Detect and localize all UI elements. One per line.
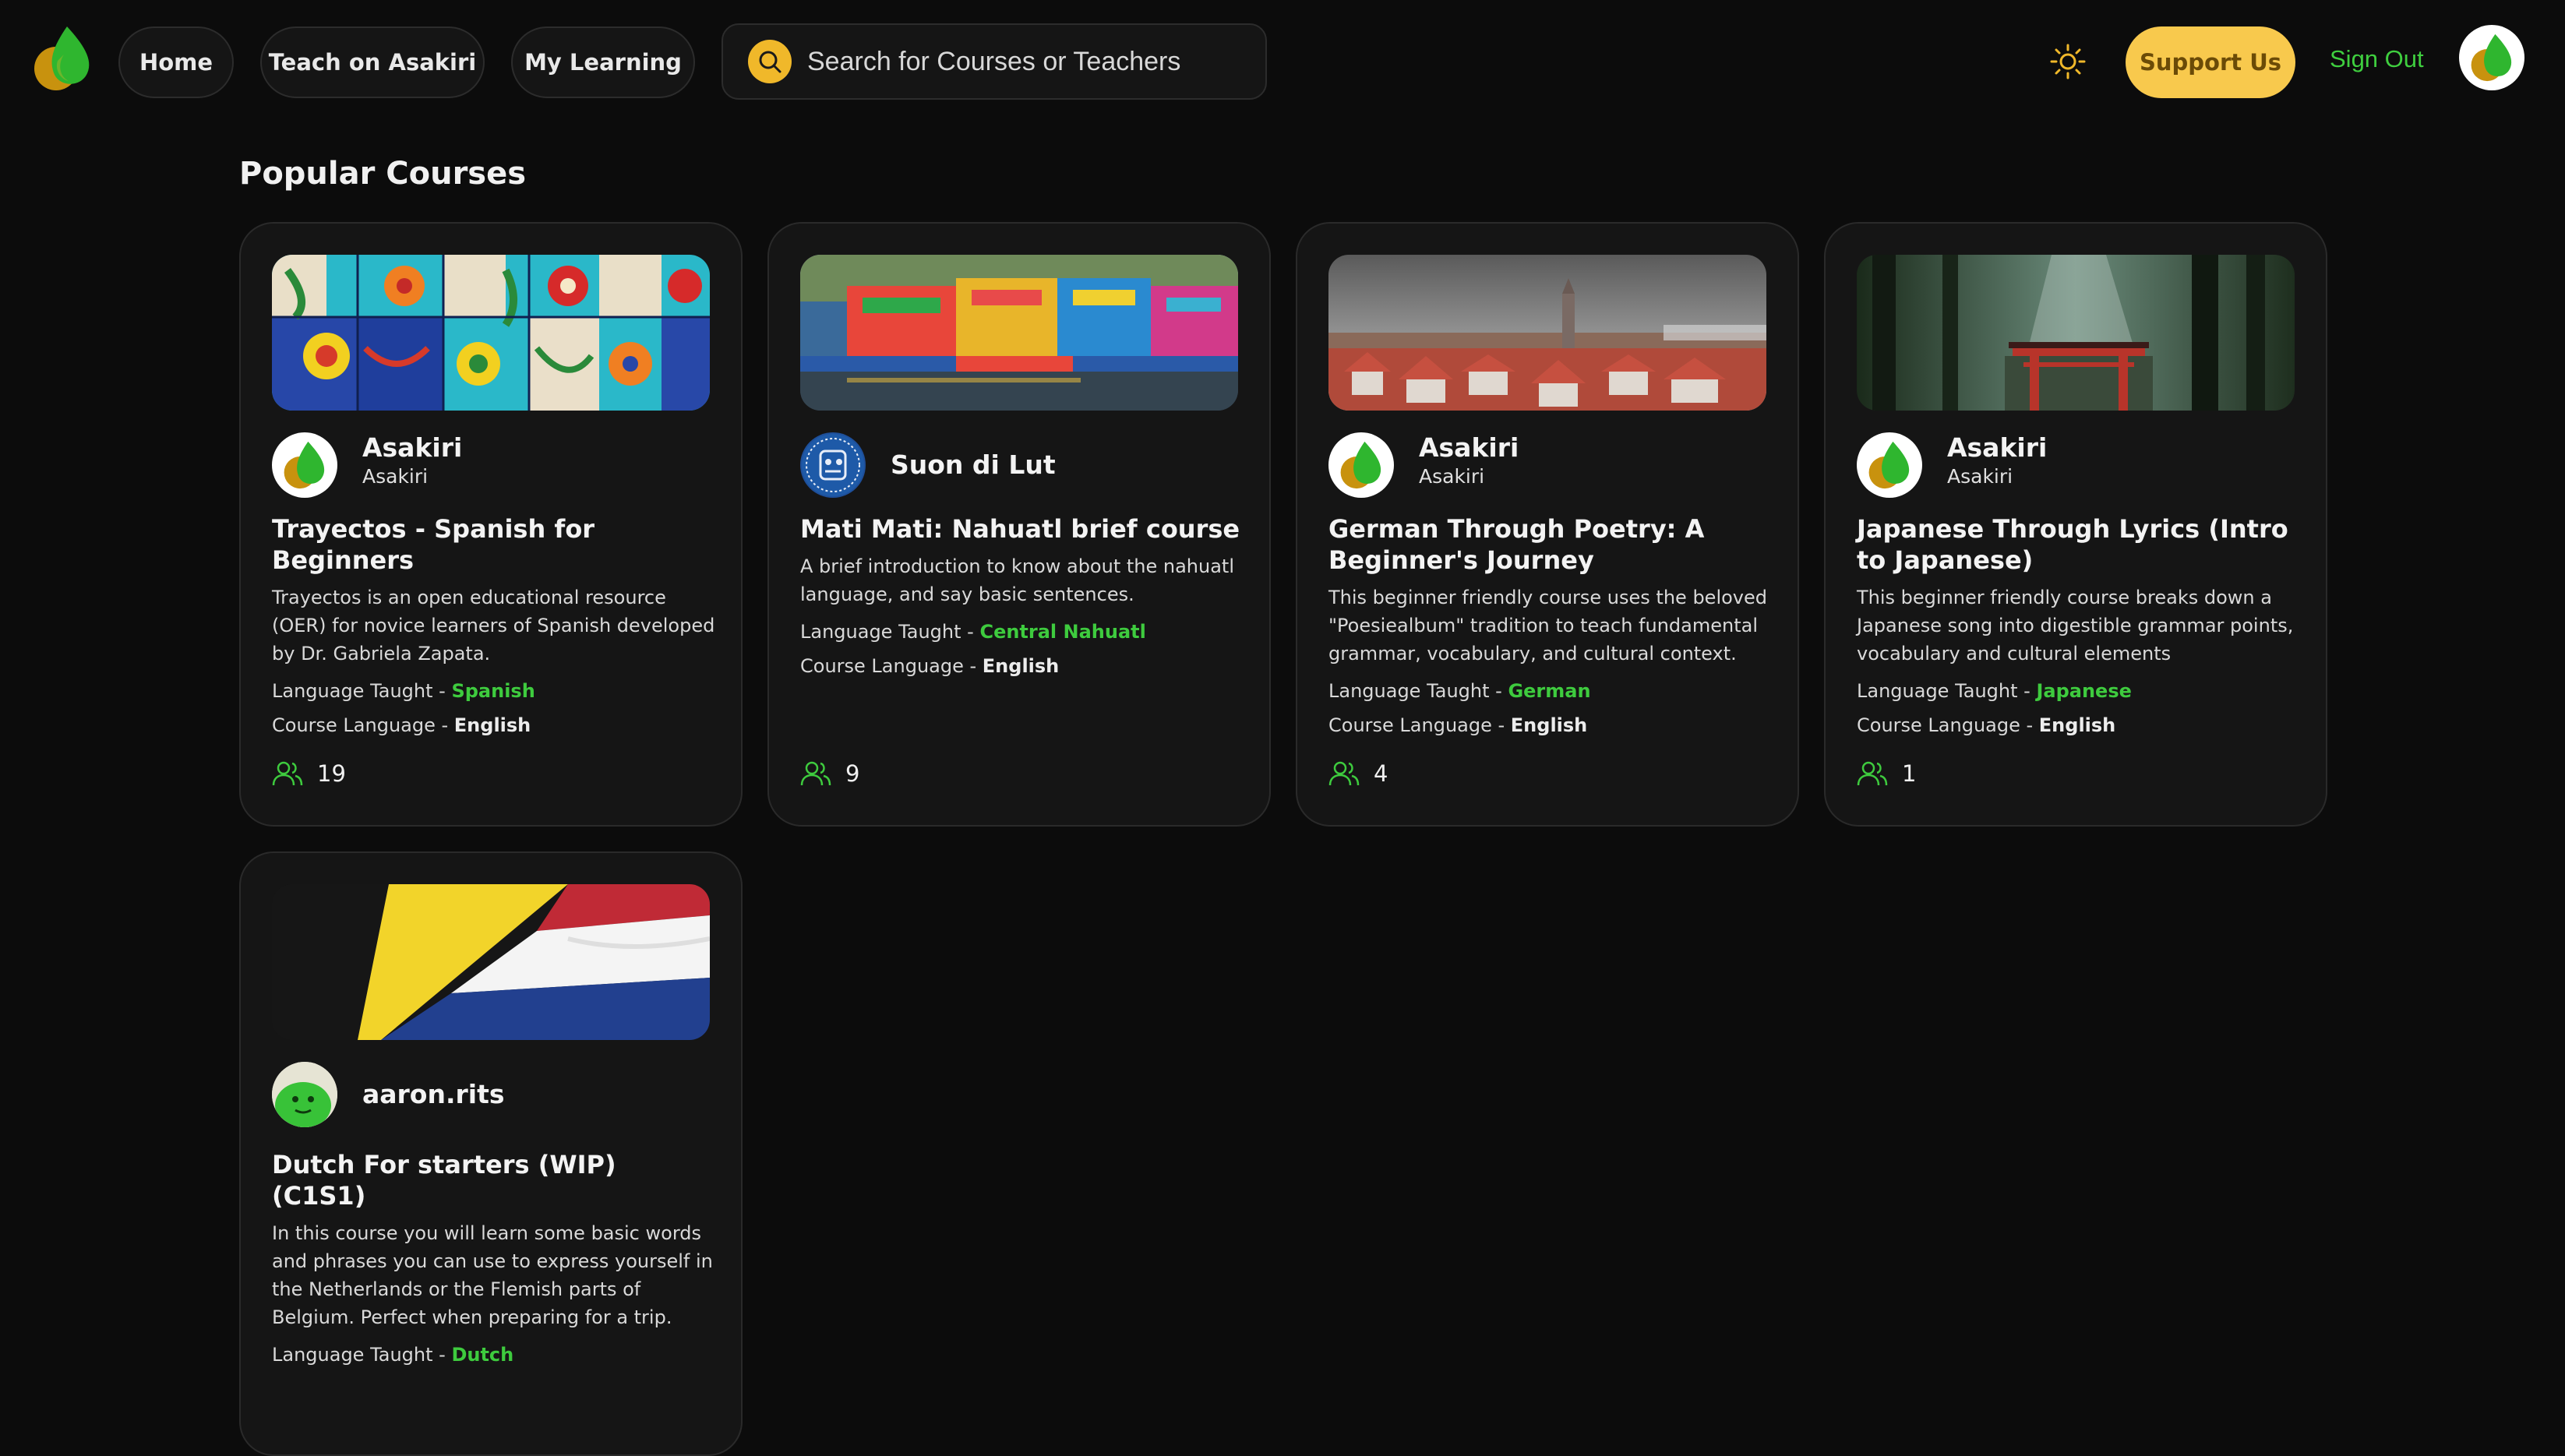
author-name: Suon di Lut xyxy=(891,449,1056,480)
author-name: aaron.rits xyxy=(362,1079,505,1109)
course-title: German Through Poetry: A Beginner's Jour… xyxy=(1328,514,1705,575)
course-description: This beginner friendly course uses the b… xyxy=(1328,587,1767,665)
author-avatar xyxy=(1857,432,1922,498)
author-avatar xyxy=(272,432,337,498)
avatar-logo-icon xyxy=(2471,33,2512,82)
course-image xyxy=(1328,255,1766,411)
language-taught: Language Taught - Dutch xyxy=(272,1344,514,1366)
sun-icon[interactable] xyxy=(2049,43,2087,80)
course-card[interactable]: Suon di Lut Mati Mati: Nahuatl brief cou… xyxy=(767,222,1271,827)
student-count: 4 xyxy=(1328,760,1388,788)
belgian-dutch-flags-image xyxy=(272,884,710,1040)
language-taught-value: Central Nahuatl xyxy=(979,621,1146,643)
course-language-value: English xyxy=(1510,714,1588,736)
course-language: Course Language - English xyxy=(1328,714,1588,736)
course-card[interactable]: Asakiri Asakiri Japanese Through Lyrics … xyxy=(1824,222,2327,827)
course-language-value: English xyxy=(982,655,1060,677)
course-description: This beginner friendly course breaks dow… xyxy=(1857,587,2294,665)
torii-forest-image xyxy=(1857,255,2295,411)
course-image xyxy=(272,255,710,411)
course-card[interactable]: Asakiri Asakiri German Through Poetry: A… xyxy=(1296,222,1799,827)
author-name: Asakiri xyxy=(362,432,463,463)
users-icon xyxy=(1328,761,1360,786)
author-name: Asakiri xyxy=(1947,432,2048,463)
search-bar[interactable] xyxy=(722,23,1267,100)
course-image xyxy=(1857,255,2295,411)
course-title: Dutch For starters (WIP) (C1S1) xyxy=(272,1150,616,1211)
language-taught: Language Taught - Central Nahuatl xyxy=(800,621,1146,643)
section-title: Popular Courses xyxy=(239,156,527,192)
language-taught-value: German xyxy=(1508,680,1591,702)
course-language-value: English xyxy=(453,714,531,736)
author-handle: Asakiri xyxy=(1419,465,1485,488)
teach-on-asakiri-button[interactable]: Teach on Asakiri xyxy=(260,26,485,98)
author-handle: Asakiri xyxy=(362,465,429,488)
my-learning-button[interactable]: My Learning xyxy=(511,26,695,98)
top-nav: Home Teach on Asakiri My Learning Suppor… xyxy=(0,0,2565,125)
asakiri-logo-icon xyxy=(284,441,325,489)
xochimilco-boats-image xyxy=(800,255,1238,411)
language-taught: Language Taught - Japanese xyxy=(1857,680,2132,702)
aztec-glyph-icon xyxy=(802,434,864,496)
course-card[interactable]: Asakiri Asakiri Trayectos - Spanish for … xyxy=(239,222,743,827)
course-description: Trayectos is an open educational resourc… xyxy=(272,587,715,665)
asakiri-logo-icon[interactable] xyxy=(30,23,95,93)
course-image xyxy=(272,884,710,1040)
language-taught-value: Dutch xyxy=(451,1344,514,1366)
student-count: 9 xyxy=(800,760,859,788)
language-taught-value: Spanish xyxy=(451,680,535,702)
author-avatar xyxy=(1328,432,1394,498)
course-title: Trayectos - Spanish for Beginners xyxy=(272,514,595,575)
sign-out-link[interactable]: Sign Out xyxy=(2330,45,2424,73)
course-title: Mati Mati: Nahuatl brief course xyxy=(800,514,1240,544)
author-name: Asakiri xyxy=(1419,432,1519,463)
course-language: Course Language - English xyxy=(1857,714,2116,736)
user-avatar[interactable] xyxy=(2459,25,2524,90)
course-description: In this course you will learn some basic… xyxy=(272,1222,713,1328)
users-icon xyxy=(800,761,831,786)
course-title: Japanese Through Lyrics (Intro to Japane… xyxy=(1857,514,2288,575)
student-count: 1 xyxy=(1857,760,1916,788)
author-handle: Asakiri xyxy=(1947,465,2013,488)
course-language: Course Language - English xyxy=(272,714,531,736)
users-icon xyxy=(272,761,303,786)
search-input[interactable] xyxy=(807,46,1244,77)
language-taught: Language Taught - Spanish xyxy=(272,680,535,702)
course-card[interactable]: aaron.rits Dutch For starters (WIP) (C1S… xyxy=(239,851,743,1456)
talavera-tiles-image xyxy=(272,255,710,411)
language-taught-value: Japanese xyxy=(2036,680,2132,702)
asakiri-logo-icon xyxy=(1340,441,1381,489)
author-avatar xyxy=(800,432,866,498)
search-icon[interactable] xyxy=(748,40,792,83)
language-taught: Language Taught - German xyxy=(1328,680,1591,702)
support-us-button[interactable]: Support Us xyxy=(2126,26,2295,98)
course-description: A brief introduction to know about the n… xyxy=(800,555,1235,605)
author-avatar xyxy=(272,1062,337,1127)
course-language: Course Language - English xyxy=(800,655,1060,677)
users-icon xyxy=(1857,761,1888,786)
green-mascot-icon xyxy=(272,1062,337,1127)
home-button[interactable]: Home xyxy=(118,26,234,98)
student-count: 19 xyxy=(272,760,346,788)
german-town-image xyxy=(1328,255,1766,411)
course-language-value: English xyxy=(2038,714,2116,736)
course-image xyxy=(800,255,1238,411)
asakiri-logo-icon xyxy=(1868,441,1910,489)
